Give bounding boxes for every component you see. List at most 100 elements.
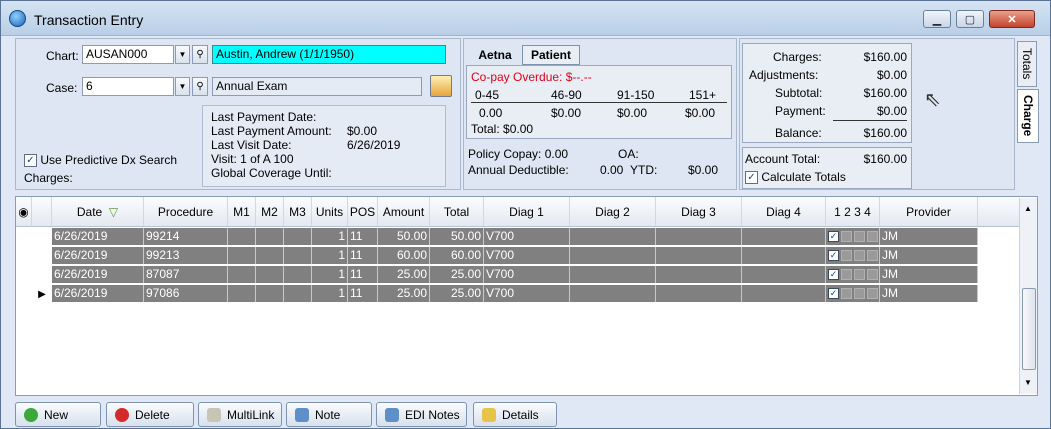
header-date[interactable]: Date ▽ xyxy=(52,197,144,227)
header-pos[interactable]: POS xyxy=(348,197,378,227)
cell-diag1[interactable]: V700 xyxy=(484,228,570,245)
cell-empty[interactable] xyxy=(228,266,256,283)
cell-pos[interactable]: 11 xyxy=(348,228,378,245)
row-selector[interactable] xyxy=(32,247,52,265)
multilink-button[interactable]: MultiLink xyxy=(198,402,282,427)
cell-procedure[interactable]: 99214 xyxy=(144,228,228,245)
cell-provider[interactable]: JM xyxy=(880,285,978,302)
diag-pointer-2-checkbox[interactable] xyxy=(841,231,852,242)
row-selector[interactable] xyxy=(32,266,52,284)
diag-pointer-3-checkbox[interactable] xyxy=(854,288,865,299)
cell-empty[interactable] xyxy=(284,266,312,283)
diag-pointer-3-checkbox[interactable] xyxy=(854,269,865,280)
chart-dropdown-button[interactable]: ▼ xyxy=(175,45,190,64)
cell-provider[interactable]: JM xyxy=(880,228,978,245)
cell-date[interactable]: 6/26/2019 xyxy=(52,266,144,283)
chart-input[interactable]: AUSAN000 xyxy=(82,45,174,64)
header-procedure[interactable]: Procedure xyxy=(144,197,228,227)
diag-pointer-3-checkbox[interactable] xyxy=(854,250,865,261)
cell-empty[interactable] xyxy=(656,285,742,302)
diag-pointer-1-checkbox[interactable]: ✓ xyxy=(828,231,839,242)
tab-patient[interactable]: Patient xyxy=(522,45,580,65)
header-m1[interactable]: M1 xyxy=(228,197,256,227)
scrollbar-thumb[interactable] xyxy=(1022,288,1036,370)
cell-total[interactable]: 50.00 xyxy=(430,228,484,245)
diag-pointer-4-checkbox[interactable] xyxy=(867,269,878,280)
cell-amount[interactable]: 50.00 xyxy=(378,228,430,245)
cell-total[interactable]: 60.00 xyxy=(430,247,484,264)
cell-empty[interactable] xyxy=(742,247,826,264)
row-selector[interactable] xyxy=(32,228,52,246)
header-diag4[interactable]: Diag 4 xyxy=(742,197,826,227)
cell-empty[interactable] xyxy=(656,228,742,245)
diag-pointer-4-checkbox[interactable] xyxy=(867,250,878,261)
cell-empty[interactable]: ✓ xyxy=(826,247,880,264)
title-bar[interactable]: Transaction Entry ▁ ▢ ✕ xyxy=(1,1,1050,36)
diag-pointer-2-checkbox[interactable] xyxy=(841,250,852,261)
header-provider[interactable]: Provider xyxy=(880,197,978,227)
cell-pos[interactable]: 11 xyxy=(348,266,378,283)
diag-pointer-1-checkbox[interactable]: ✓ xyxy=(828,269,839,280)
header-amount[interactable]: Amount xyxy=(378,197,430,227)
predictive-dx-checkbox[interactable]: ✓ Use Predictive Dx Search xyxy=(24,153,177,168)
cell-date[interactable]: 6/26/2019 xyxy=(52,285,144,302)
case-input[interactable]: 6 xyxy=(82,77,174,96)
cell-pos[interactable]: 11 xyxy=(348,247,378,264)
header-units[interactable]: Units xyxy=(312,197,348,227)
new-button[interactable]: New xyxy=(15,402,101,427)
cell-amount[interactable]: 25.00 xyxy=(378,285,430,302)
minimize-button[interactable]: ▁ xyxy=(923,10,951,28)
cell-diag1[interactable]: V700 xyxy=(484,285,570,302)
cell-empty[interactable] xyxy=(570,285,656,302)
cell-provider[interactable]: JM xyxy=(880,247,978,264)
cell-empty[interactable] xyxy=(256,228,284,245)
diag-pointer-1-checkbox[interactable]: ✓ xyxy=(828,288,839,299)
diag-pointer-2-checkbox[interactable] xyxy=(841,269,852,280)
diag-pointer-4-checkbox[interactable] xyxy=(867,231,878,242)
cell-diag1[interactable]: V700 xyxy=(484,266,570,283)
cell-empty[interactable] xyxy=(656,247,742,264)
chart-lookup-button[interactable]: ⚲ xyxy=(192,45,208,64)
cell-empty[interactable] xyxy=(284,228,312,245)
case-lookup-button[interactable]: ⚲ xyxy=(192,77,208,96)
note-button[interactable]: Note xyxy=(286,402,372,427)
cell-units[interactable]: 1 xyxy=(312,285,348,302)
cell-date[interactable]: 6/26/2019 xyxy=(52,228,144,245)
tab-totals[interactable]: Totals xyxy=(1017,41,1037,87)
cell-empty[interactable]: ✓ xyxy=(826,266,880,283)
cell-procedure[interactable]: 99213 xyxy=(144,247,228,264)
header-diag-pointers[interactable]: 1 2 3 4 xyxy=(826,197,880,227)
cell-empty[interactable] xyxy=(742,266,826,283)
cell-empty[interactable] xyxy=(656,266,742,283)
diag-pointer-1-checkbox[interactable]: ✓ xyxy=(828,250,839,261)
cell-pos[interactable]: 11 xyxy=(348,285,378,302)
maximize-button[interactable]: ▢ xyxy=(956,10,984,28)
cell-empty[interactable] xyxy=(256,285,284,302)
cell-empty[interactable] xyxy=(228,228,256,245)
close-button[interactable]: ✕ xyxy=(989,10,1035,28)
header-total[interactable]: Total xyxy=(430,197,484,227)
table-row[interactable]: 6/26/2019 99213 1 11 60.00 60.00 V700 ✓ JM xyxy=(52,247,978,265)
header-m2[interactable]: M2 xyxy=(256,197,284,227)
cell-empty[interactable] xyxy=(228,285,256,302)
edi-notes-button[interactable]: EDI Notes xyxy=(376,402,467,427)
header-diag1[interactable]: Diag 1 xyxy=(484,197,570,227)
table-row[interactable]: 6/26/2019 97086 1 11 25.00 25.00 V700 ✓ JM xyxy=(52,285,978,303)
tab-charge[interactable]: Charge xyxy=(1017,89,1039,143)
diag-pointer-4-checkbox[interactable] xyxy=(867,288,878,299)
diag-pointer-3-checkbox[interactable] xyxy=(854,231,865,242)
cell-provider[interactable]: JM xyxy=(880,266,978,283)
header-diag2[interactable]: Diag 2 xyxy=(570,197,656,227)
cell-date[interactable]: 6/26/2019 xyxy=(52,247,144,264)
cell-empty[interactable] xyxy=(570,266,656,283)
diag-pointer-2-checkbox[interactable] xyxy=(841,288,852,299)
cell-total[interactable]: 25.00 xyxy=(430,266,484,283)
cell-amount[interactable]: 25.00 xyxy=(378,266,430,283)
header-m3[interactable]: M3 xyxy=(284,197,312,227)
cell-units[interactable]: 1 xyxy=(312,247,348,264)
grid-scrollbar[interactable]: ▲ ▼ xyxy=(1019,198,1037,394)
cell-empty[interactable]: ✓ xyxy=(826,285,880,302)
cell-empty[interactable] xyxy=(256,266,284,283)
details-button[interactable]: Details xyxy=(473,402,557,427)
cell-amount[interactable]: 60.00 xyxy=(378,247,430,264)
